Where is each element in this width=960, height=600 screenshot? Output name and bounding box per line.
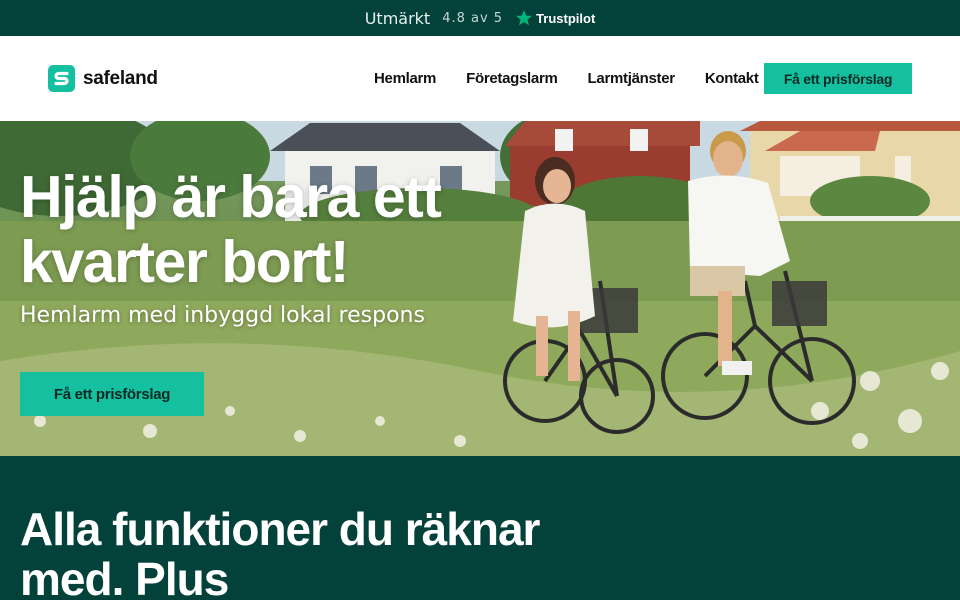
trustpilot-bar[interactable]: Utmärkt 4.8 av 5 Trustpilot: [0, 0, 960, 36]
features-section: Alla funktioner du räknar med. Plus: [0, 456, 960, 600]
nav-item-hemlarm[interactable]: Hemlarm: [374, 70, 436, 87]
hero-section: Hjälp är bara ett kvarter bort! Hemlarm …: [0, 121, 960, 456]
trust-rating-word: Utmärkt: [364, 8, 431, 28]
safeland-logo-icon: [48, 65, 75, 92]
hero-subtitle: Hemlarm med inbyggd lokal respons: [20, 303, 425, 328]
trustpilot-logo: Trustpilot: [515, 9, 595, 27]
hero-title: Hjälp är bara ett kvarter bort!: [20, 164, 442, 295]
hero-quote-button[interactable]: Få ett prisförslag: [20, 372, 204, 416]
header-quote-button[interactable]: Få ett prisförslag: [764, 63, 912, 94]
star-icon: [516, 10, 532, 26]
nav-item-larmtjanster[interactable]: Larmtjänster: [588, 70, 676, 87]
trust-score: 4.8 av 5: [442, 10, 504, 26]
features-title: Alla funktioner du räknar med. Plus: [20, 503, 540, 600]
site-header: safeland Hemlarm Företagslarm Larmtjänst…: [0, 36, 960, 121]
nav-item-foretagslarm[interactable]: Företagslarm: [466, 70, 558, 87]
logo-text: safeland: [83, 67, 158, 89]
nav-item-kontakt[interactable]: Kontakt: [705, 70, 759, 87]
trustpilot-brand-text: Trustpilot: [536, 10, 596, 26]
logo[interactable]: safeland: [48, 65, 158, 92]
main-nav: Hemlarm Företagslarm Larmtjänster Kontak…: [374, 70, 759, 87]
